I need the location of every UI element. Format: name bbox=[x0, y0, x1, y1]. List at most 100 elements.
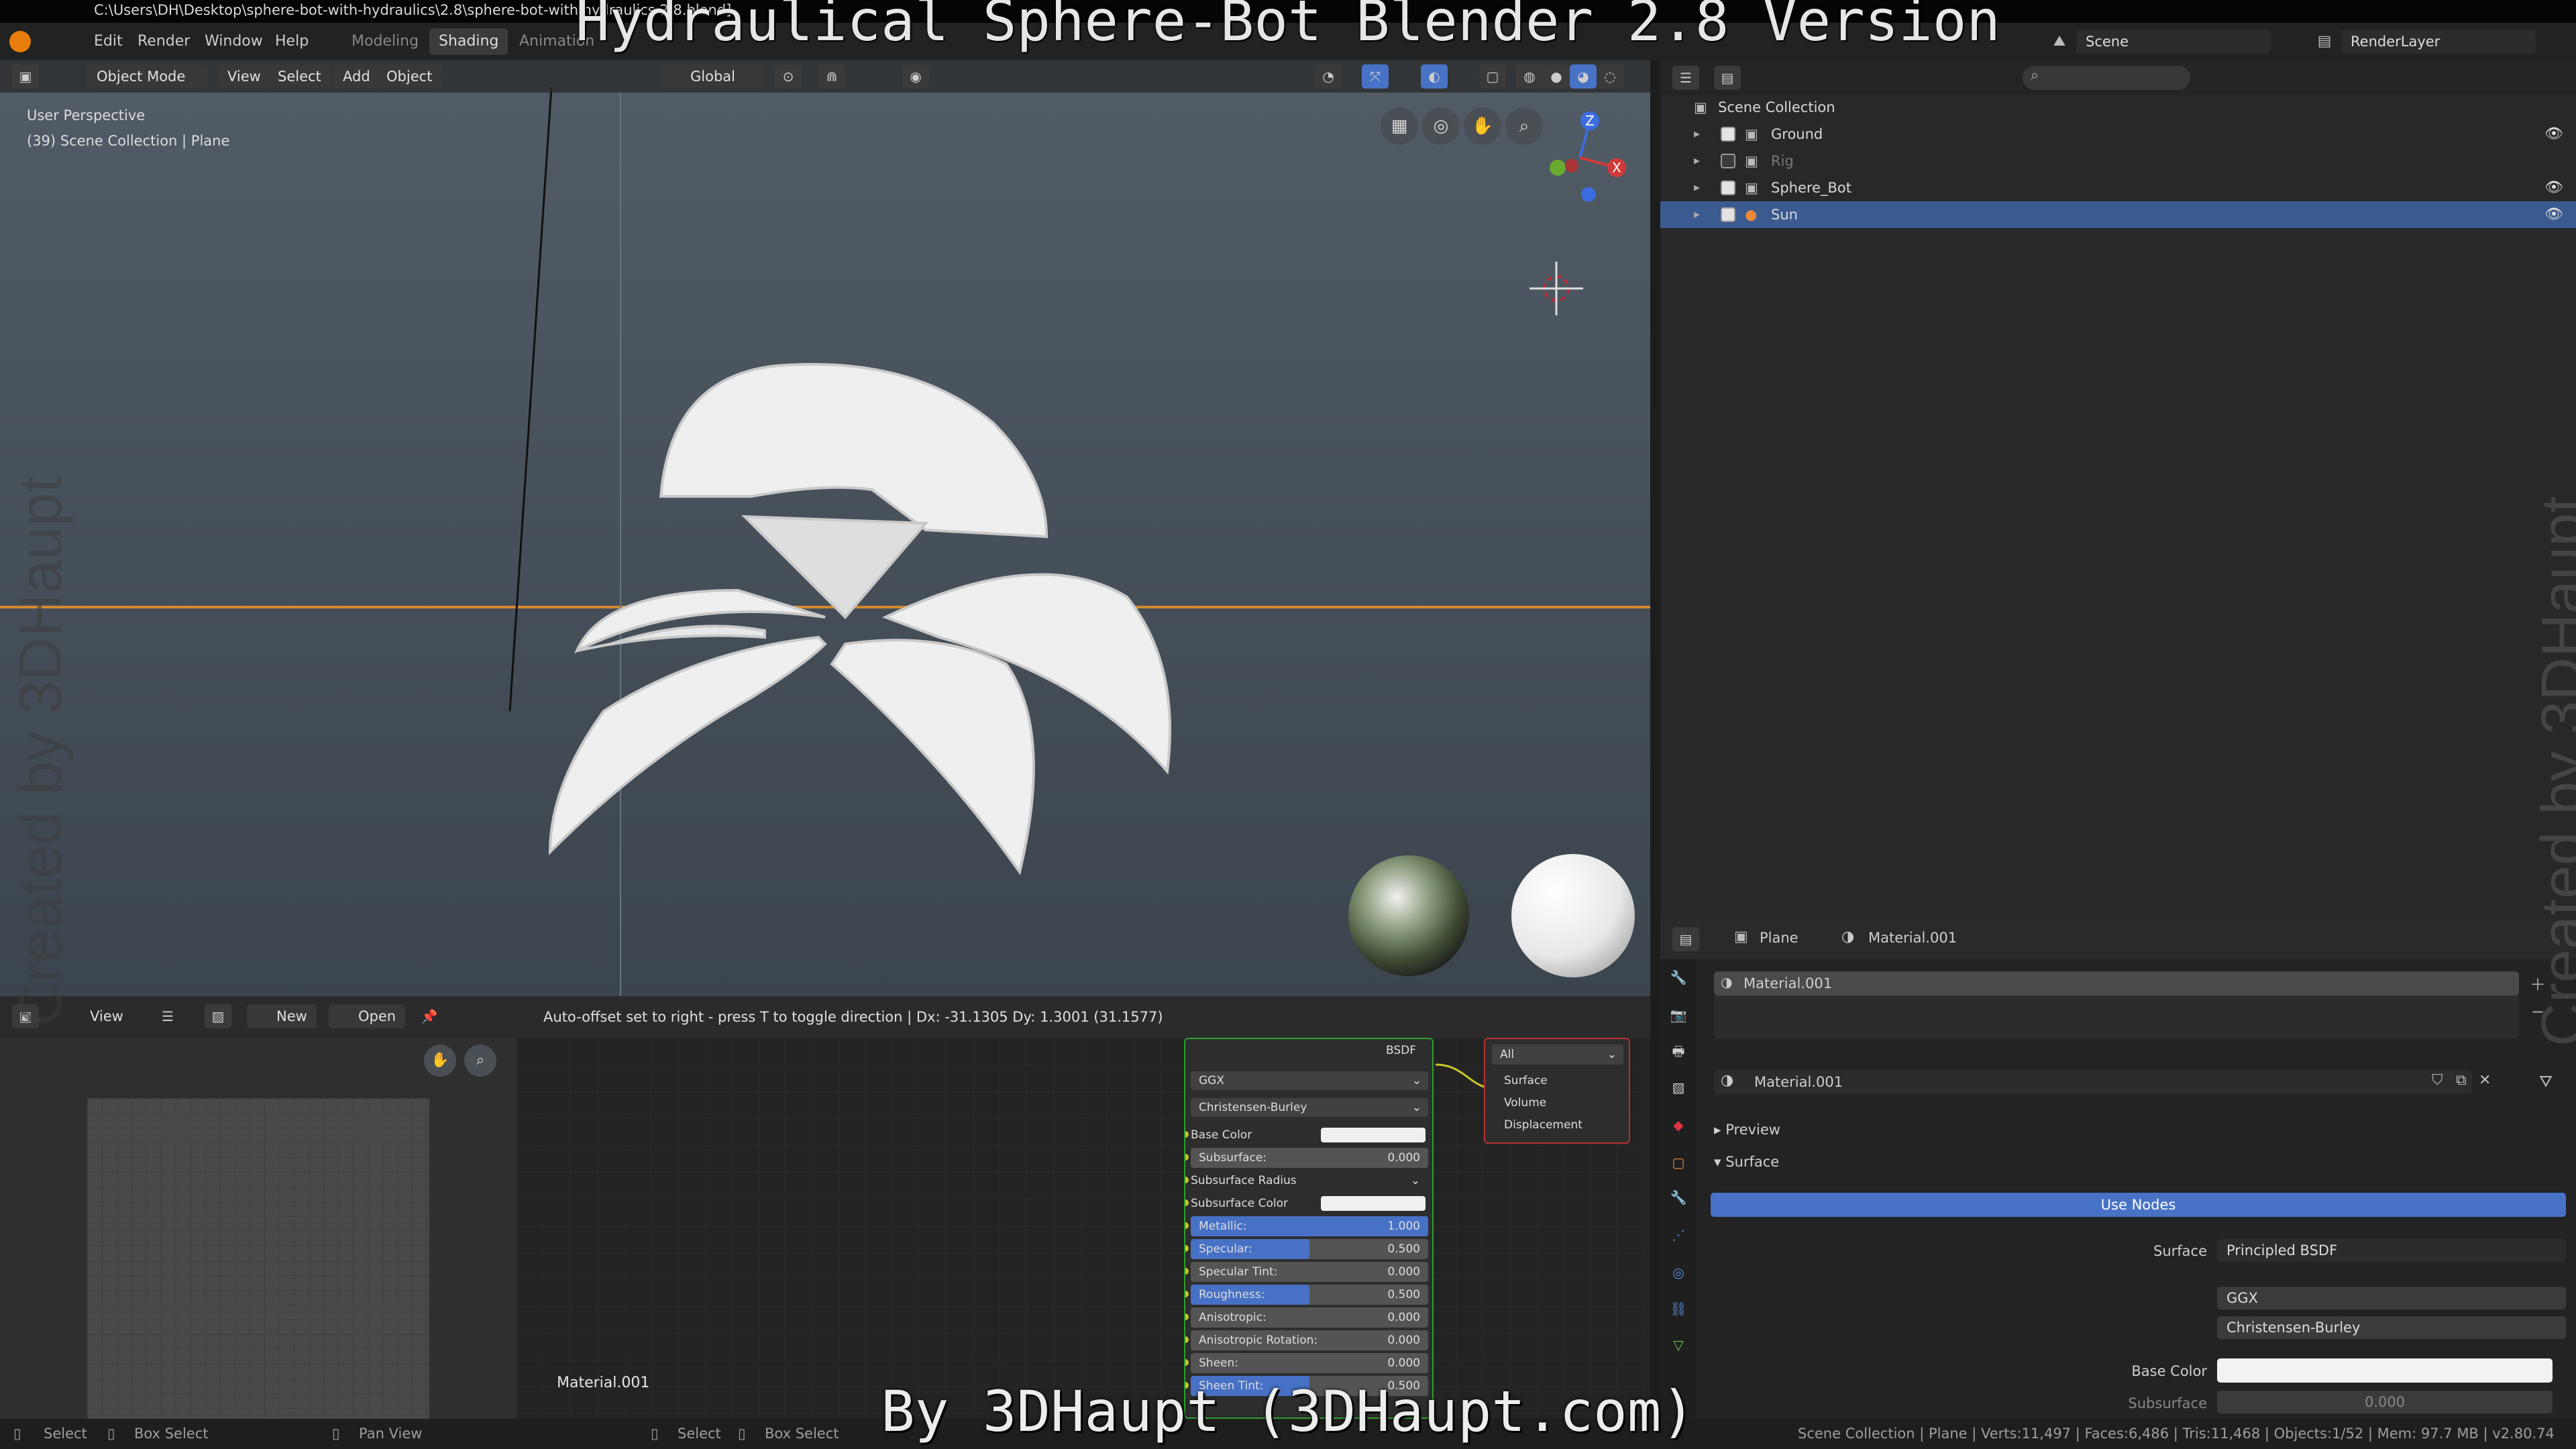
new-image-button[interactable]: New bbox=[247, 1004, 317, 1028]
subsurface-method-dropdown[interactable]: Christensen-Burley bbox=[2217, 1316, 2566, 1339]
pin-icon[interactable]: 📌 bbox=[416, 1004, 443, 1028]
menu-add[interactable]: Add bbox=[333, 64, 380, 89]
input-socket[interactable] bbox=[1185, 1313, 1189, 1320]
data-tab-icon[interactable]: ▽ bbox=[1668, 1335, 1688, 1355]
material-browse-icon[interactable]: ◑ bbox=[1721, 1072, 1733, 1089]
output-socket-volume[interactable]: Volume bbox=[1504, 1096, 1546, 1110]
breadcrumb-material[interactable]: Material.001 bbox=[1868, 930, 1957, 946]
input-socket[interactable] bbox=[1185, 1336, 1189, 1343]
3d-viewport[interactable]: ▣ Object Mode View Select Add Object Glo… bbox=[0, 60, 1650, 996]
input-socket[interactable] bbox=[1185, 1268, 1189, 1275]
wireframe-shading-icon[interactable]: ◍ bbox=[1516, 64, 1543, 89]
hamburger-menu-icon[interactable]: ☰ bbox=[154, 1004, 181, 1028]
bsdf-slider-field[interactable]: Specular Tint: 0.000 bbox=[1191, 1262, 1428, 1282]
breadcrumb-object[interactable]: Plane bbox=[1760, 930, 1799, 946]
bsdf-input-row[interactable]: Sheen: 0.000 bbox=[1185, 1353, 1428, 1373]
bsdf-input-row[interactable]: Anisotropic: 0.000 bbox=[1185, 1307, 1428, 1328]
modifier-tab-icon[interactable]: 🔧 bbox=[1668, 1187, 1688, 1208]
visibility-icon[interactable]: ◔ bbox=[1315, 64, 1342, 89]
display-mode-icon[interactable]: ▤ bbox=[1714, 66, 1741, 90]
fake-user-shield-icon[interactable]: ⛉ bbox=[2432, 1072, 2443, 1089]
eye-icon[interactable]: 👁 bbox=[2544, 174, 2563, 201]
bsdf-input-row[interactable]: Metallic: 1.000 bbox=[1185, 1216, 1428, 1236]
bsdf-input-row[interactable]: Roughness: 0.500 bbox=[1185, 1285, 1428, 1305]
material-slot-item[interactable]: ◑ Material.001 bbox=[1714, 971, 2519, 996]
image-browse-icon[interactable]: ▨ bbox=[205, 1004, 231, 1028]
exclude-checkbox[interactable] bbox=[1721, 207, 1735, 222]
input-socket[interactable] bbox=[1185, 1154, 1189, 1161]
pivot-icon[interactable]: ⊙ bbox=[775, 64, 802, 89]
bsdf-slider-field[interactable]: Anisotropic: 0.000 bbox=[1191, 1307, 1428, 1328]
outliner-item[interactable]: ▸ ● Sun 👁 bbox=[1660, 201, 2576, 228]
scene-tab-icon[interactable]: ◆ bbox=[1668, 1115, 1688, 1135]
outliner-item[interactable]: ▸ ▣ Ground 👁 bbox=[1660, 121, 2576, 148]
editor-type-icon[interactable]: ▣ bbox=[12, 64, 39, 89]
node-canvas[interactable]: Material.001 bbox=[517, 1038, 1650, 1419]
input-socket[interactable] bbox=[1185, 1245, 1189, 1252]
expand-arrow-icon[interactable]: ▸ bbox=[1694, 121, 1700, 148]
exclude-checkbox[interactable] bbox=[1721, 127, 1735, 142]
eye-icon[interactable]: 👁 bbox=[2544, 201, 2563, 228]
bsdf-slider-field[interactable]: Anisotropic Rotation: 0.000 bbox=[1191, 1330, 1428, 1350]
outliner-item[interactable]: ▸ ▣ Sphere_Bot 👁 bbox=[1660, 174, 2576, 201]
input-socket[interactable] bbox=[1185, 1222, 1189, 1229]
pan-hand-icon[interactable]: ✋ bbox=[1464, 107, 1501, 145]
material-datablock-selector[interactable]: ◑ Material.001 ⛉ ⧉ ✕ bbox=[1714, 1070, 2491, 1094]
overlay-toggle-icon[interactable]: ◐ bbox=[1421, 64, 1448, 89]
input-socket[interactable] bbox=[1185, 1131, 1189, 1138]
exclude-checkbox[interactable] bbox=[1721, 154, 1735, 168]
expand-arrow-icon[interactable]: ▸ bbox=[1694, 174, 1700, 201]
bsdf-input-row[interactable]: Subsurface Color bbox=[1185, 1193, 1428, 1214]
grid-view-icon[interactable]: ▦ bbox=[1381, 107, 1418, 145]
snap-icon[interactable]: ⋒ bbox=[818, 64, 845, 89]
object-mode-dropdown[interactable]: Object Mode bbox=[87, 64, 208, 89]
bsdf-slider-field[interactable]: Roughness: 0.500 bbox=[1191, 1285, 1428, 1305]
bsdf-input-row[interactable]: Specular Tint: 0.000 bbox=[1185, 1262, 1428, 1282]
bsdf-slider-field[interactable]: Metallic: 1.000 bbox=[1191, 1216, 1428, 1236]
axis-gizmo[interactable]: Z X bbox=[1529, 101, 1630, 201]
input-socket[interactable] bbox=[1185, 1359, 1189, 1366]
view-layer-tab-icon[interactable]: ▧ bbox=[1668, 1077, 1688, 1097]
exclude-checkbox[interactable] bbox=[1721, 180, 1735, 195]
zoom-icon[interactable]: ⌕ bbox=[464, 1044, 496, 1077]
expand-arrow-icon[interactable]: ▸ bbox=[1694, 201, 1700, 228]
proportional-edit-icon[interactable]: ◉ bbox=[902, 64, 929, 89]
color-swatch[interactable] bbox=[1321, 1196, 1426, 1211]
object-tab-icon[interactable]: ▢ bbox=[1668, 1152, 1688, 1173]
rendered-shading-icon[interactable]: ◌ bbox=[1597, 64, 1623, 89]
surface-shader-field[interactable]: Principled BSDF bbox=[2217, 1239, 2566, 1262]
distribution-dropdown[interactable]: GGX ⌄ bbox=[1191, 1071, 1428, 1090]
solid-shading-icon[interactable]: ● bbox=[1543, 64, 1570, 89]
duplicate-icon[interactable]: ⧉ bbox=[2456, 1072, 2467, 1089]
bsdf-input-row[interactable]: Base Color bbox=[1185, 1125, 1428, 1145]
outliner-root[interactable]: ▣ Scene Collection bbox=[1660, 94, 2576, 121]
open-image-button[interactable]: Open bbox=[329, 1004, 406, 1028]
camera-view-icon[interactable]: ◎ bbox=[1422, 107, 1460, 145]
close-icon[interactable]: ✕ bbox=[2479, 1072, 2491, 1089]
pan-hand-icon[interactable]: ✋ bbox=[424, 1044, 456, 1077]
constraints-tab-icon[interactable]: ⛓ bbox=[1668, 1299, 1688, 1319]
material-slot-list[interactable]: ◑ Material.001 bbox=[1714, 971, 2519, 1038]
image-editor-area[interactable]: ✋ ⌕ bbox=[0, 1038, 517, 1419]
expand-arrow-icon[interactable]: ▸ bbox=[1694, 148, 1700, 174]
input-socket[interactable] bbox=[1185, 1291, 1189, 1297]
distribution-dropdown[interactable]: GGX bbox=[2217, 1287, 2566, 1309]
physics-tab-icon[interactable]: ◎ bbox=[1668, 1263, 1688, 1283]
bsdf-input-row[interactable]: Anisotropic Rotation: 0.000 bbox=[1185, 1330, 1428, 1350]
input-socket[interactable] bbox=[1185, 1199, 1189, 1206]
color-swatch[interactable] bbox=[1321, 1128, 1426, 1142]
outliner[interactable]: ☰ ▤ ⌕ ▣ Scene Collection ▸ ▣ Ground 👁 ▸ ▣ Rig ▸… bbox=[1660, 60, 2576, 919]
shader-editor[interactable]: ▣ View ☰ ▨ New Open 📌 Auto-offset set to… bbox=[0, 996, 1650, 1419]
bsdf-slider-field[interactable]: Sheen: 0.000 bbox=[1191, 1353, 1428, 1373]
editor-type-icon[interactable]: ☰ bbox=[1672, 66, 1699, 90]
output-socket-displacement[interactable]: Displacement bbox=[1504, 1118, 1582, 1132]
bsdf-input-row[interactable]: Specular: 0.500 bbox=[1185, 1239, 1428, 1259]
principled-bsdf-node[interactable]: BSDF GGX ⌄ Christensen-Burley ⌄ Base Color… bbox=[1184, 1038, 1434, 1419]
transform-orientation-dropdown[interactable]: Global bbox=[661, 64, 765, 89]
material-output-node[interactable]: All ⌄ Surface Volume Displacement bbox=[1484, 1038, 1630, 1144]
bsdf-input-row[interactable]: Subsurface Radius ⌄ bbox=[1185, 1171, 1428, 1191]
material-datablock-name[interactable]: Material.001 bbox=[1754, 1074, 1843, 1090]
render-tab-icon[interactable]: 📷 bbox=[1668, 1005, 1688, 1025]
outliner-search-input[interactable]: ⌕ bbox=[2023, 66, 2190, 90]
panel-preview[interactable]: ▸ Preview bbox=[1714, 1122, 1780, 1138]
